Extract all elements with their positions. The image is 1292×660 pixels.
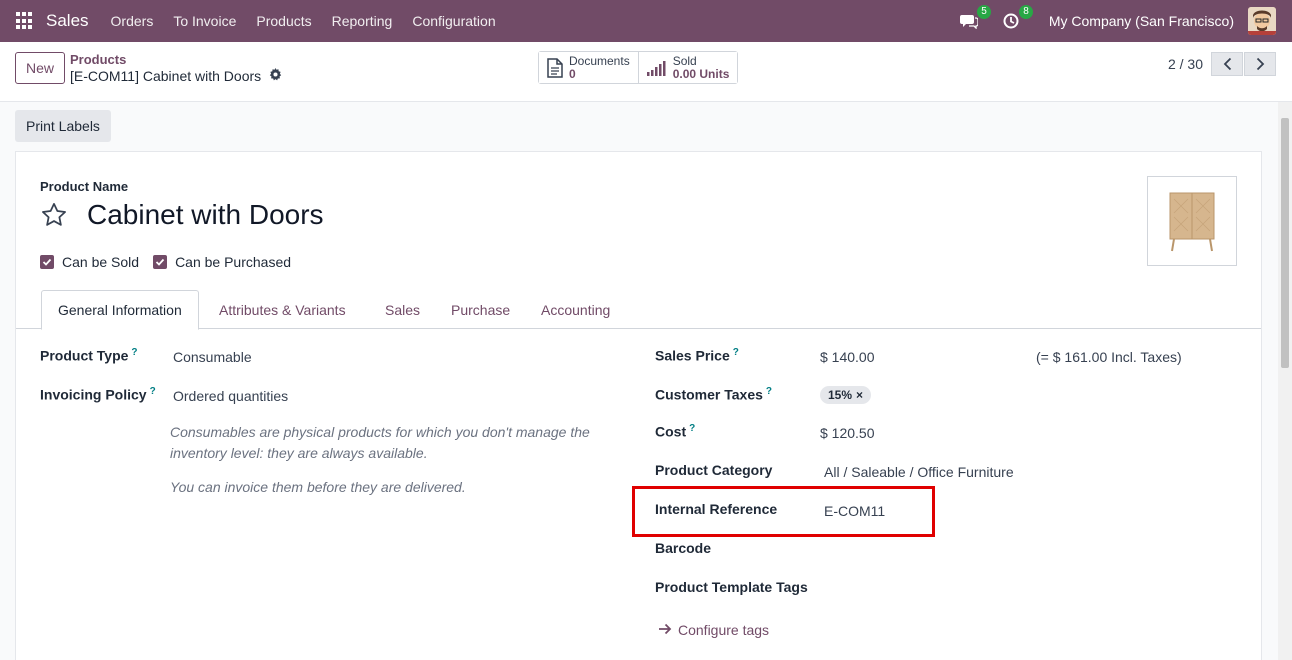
sales-price-input[interactable]: $ 140.00 (820, 349, 875, 365)
form-sheet: Product Name Cabinet with Doors Can be S… (15, 151, 1262, 660)
cost-label: Cost? (655, 423, 695, 440)
customer-taxes-label-text: Customer Taxes (655, 386, 763, 403)
product-template-tags-label: Product Template Tags (655, 579, 808, 595)
messages-badge: 5 (977, 5, 991, 19)
can-be-sold-checkbox[interactable] (40, 255, 54, 269)
form-tabs: General Information Attributes & Variant… (16, 290, 1261, 330)
pager-previous-button[interactable] (1211, 52, 1243, 76)
remove-tag-icon[interactable]: × (856, 388, 863, 402)
can-be-sold-option: Can be Sold (40, 254, 139, 270)
product-image[interactable] (1147, 176, 1237, 266)
tax-tag-label: 15% (828, 388, 853, 402)
tab-accounting[interactable]: Accounting (525, 290, 626, 329)
highlight-box (632, 486, 935, 537)
sold-value: 0.00 Units (672, 66, 730, 81)
documents-value: 0 (569, 66, 576, 81)
product-category-label: Product Category (655, 462, 773, 478)
menu-configuration[interactable]: Configuration (402, 13, 505, 29)
cost-label-text: Cost (655, 423, 687, 440)
main-menu: Orders To Invoice Products Reporting Con… (101, 13, 506, 29)
sold-smart-button[interactable]: Sold 0.00 Units (637, 52, 738, 83)
can-be-purchased-option: Can be Purchased (153, 254, 291, 270)
invoicing-policy-select[interactable]: Ordered quantities (173, 388, 288, 404)
product-type-help: Consumables are physical products for wh… (170, 422, 590, 464)
signal-bars-icon (646, 60, 666, 76)
document-icon (547, 57, 563, 78)
barcode-label: Barcode (655, 540, 712, 556)
product-category-select[interactable]: All / Saleable / Office Furniture (824, 464, 1014, 480)
can-be-purchased-checkbox[interactable] (153, 255, 168, 269)
customer-taxes-label: Customer Taxes? (655, 386, 772, 403)
top-navbar: Sales Orders To Invoice Products Reporti… (0, 0, 1292, 42)
chevron-left-icon (1223, 57, 1231, 71)
systray: 5 8 My Company (San Francisco) (959, 0, 1292, 42)
help-tooltip-icon[interactable]: ? (150, 386, 156, 397)
sales-price-label: Sales Price? (655, 347, 739, 364)
favorite-star-icon[interactable] (40, 201, 68, 229)
scrollbar-thumb[interactable] (1281, 118, 1289, 368)
product-tags-input[interactable] (824, 579, 1124, 599)
product-type-help-line-1: Consumables are physical products for wh… (170, 424, 590, 440)
tab-general-information[interactable]: General Information (41, 290, 199, 330)
help-tooltip-icon[interactable]: ? (131, 347, 137, 358)
help-tooltip-icon[interactable]: ? (733, 347, 739, 358)
menu-products[interactable]: Products (246, 13, 321, 29)
barcode-input[interactable] (824, 540, 1124, 560)
arrow-right-icon (658, 622, 672, 638)
messages-icon[interactable]: 5 (959, 5, 991, 31)
activities-badge: 8 (1019, 5, 1033, 19)
menu-reporting[interactable]: Reporting (322, 13, 403, 29)
invoicing-policy-label: Invoicing Policy? (40, 386, 156, 403)
breadcrumb: Products [E-COM11] Cabinet with Doors (70, 52, 282, 84)
can-be-purchased-label[interactable]: Can be Purchased (175, 254, 291, 270)
smart-buttons: Documents 0 Sold 0.00 Units (538, 51, 739, 84)
app-name[interactable]: Sales (46, 11, 89, 31)
configure-tags-label: Configure tags (678, 622, 770, 638)
cost-input[interactable]: $ 120.50 (820, 425, 875, 441)
new-button[interactable]: New (15, 52, 66, 84)
product-type-select[interactable]: Consumable (173, 349, 252, 365)
tax-tag: 15% × (820, 386, 872, 404)
sales-price-label-text: Sales Price (655, 347, 730, 364)
page-scrollbar[interactable] (1278, 102, 1292, 660)
invoicing-policy-label-text: Invoicing Policy (40, 386, 147, 403)
user-avatar[interactable] (1248, 7, 1276, 35)
price-incl-taxes: (= $ 161.00 Incl. Taxes) (1036, 349, 1182, 365)
documents-smart-button[interactable]: Documents 0 (539, 52, 638, 83)
tab-attributes-variants[interactable]: Attributes & Variants (203, 290, 362, 329)
tab-sales[interactable]: Sales (369, 290, 436, 329)
invoicing-help: You can invoice them before they are del… (170, 479, 466, 495)
product-type-label-text: Product Type (40, 347, 129, 364)
breadcrumb-current: [E-COM11] Cabinet with Doors (70, 68, 282, 84)
print-labels-button[interactable]: Print Labels (15, 110, 111, 142)
chevron-right-icon (1256, 57, 1264, 71)
can-be-sold-label[interactable]: Can be Sold (62, 254, 139, 270)
gear-icon[interactable] (269, 68, 282, 84)
product-type-help-line-2: inventory level: they are always availab… (170, 445, 428, 461)
app-grid-icon[interactable] (16, 12, 34, 30)
control-panel: New Products [E-COM11] Cabinet with Door… (0, 42, 1292, 102)
breadcrumb-current-label: [E-COM11] Cabinet with Doors (70, 68, 262, 84)
product-name-input[interactable]: Cabinet with Doors (87, 199, 324, 231)
sold-label: Sold (672, 53, 697, 68)
activities-clock-icon[interactable]: 8 (1001, 5, 1033, 31)
tab-purchase[interactable]: Purchase (435, 290, 526, 329)
product-type-label: Product Type? (40, 347, 138, 364)
pager: 2 / 30 (1168, 52, 1276, 76)
help-tooltip-icon[interactable]: ? (766, 386, 772, 397)
product-name-label: Product Name (40, 179, 129, 194)
company-switcher[interactable]: My Company (San Francisco) (1049, 13, 1234, 29)
pager-next-button[interactable] (1244, 52, 1276, 76)
menu-to-invoice[interactable]: To Invoice (163, 13, 246, 29)
breadcrumb-products-link[interactable]: Products (70, 52, 282, 67)
menu-orders[interactable]: Orders (101, 13, 164, 29)
documents-label: Documents (569, 53, 630, 68)
product-options: Can be Sold Can be Purchased (40, 254, 291, 270)
configure-tags-link[interactable]: Configure tags (658, 622, 769, 638)
help-tooltip-icon[interactable]: ? (689, 423, 695, 434)
pager-value[interactable]: 2 / 30 (1168, 56, 1203, 72)
